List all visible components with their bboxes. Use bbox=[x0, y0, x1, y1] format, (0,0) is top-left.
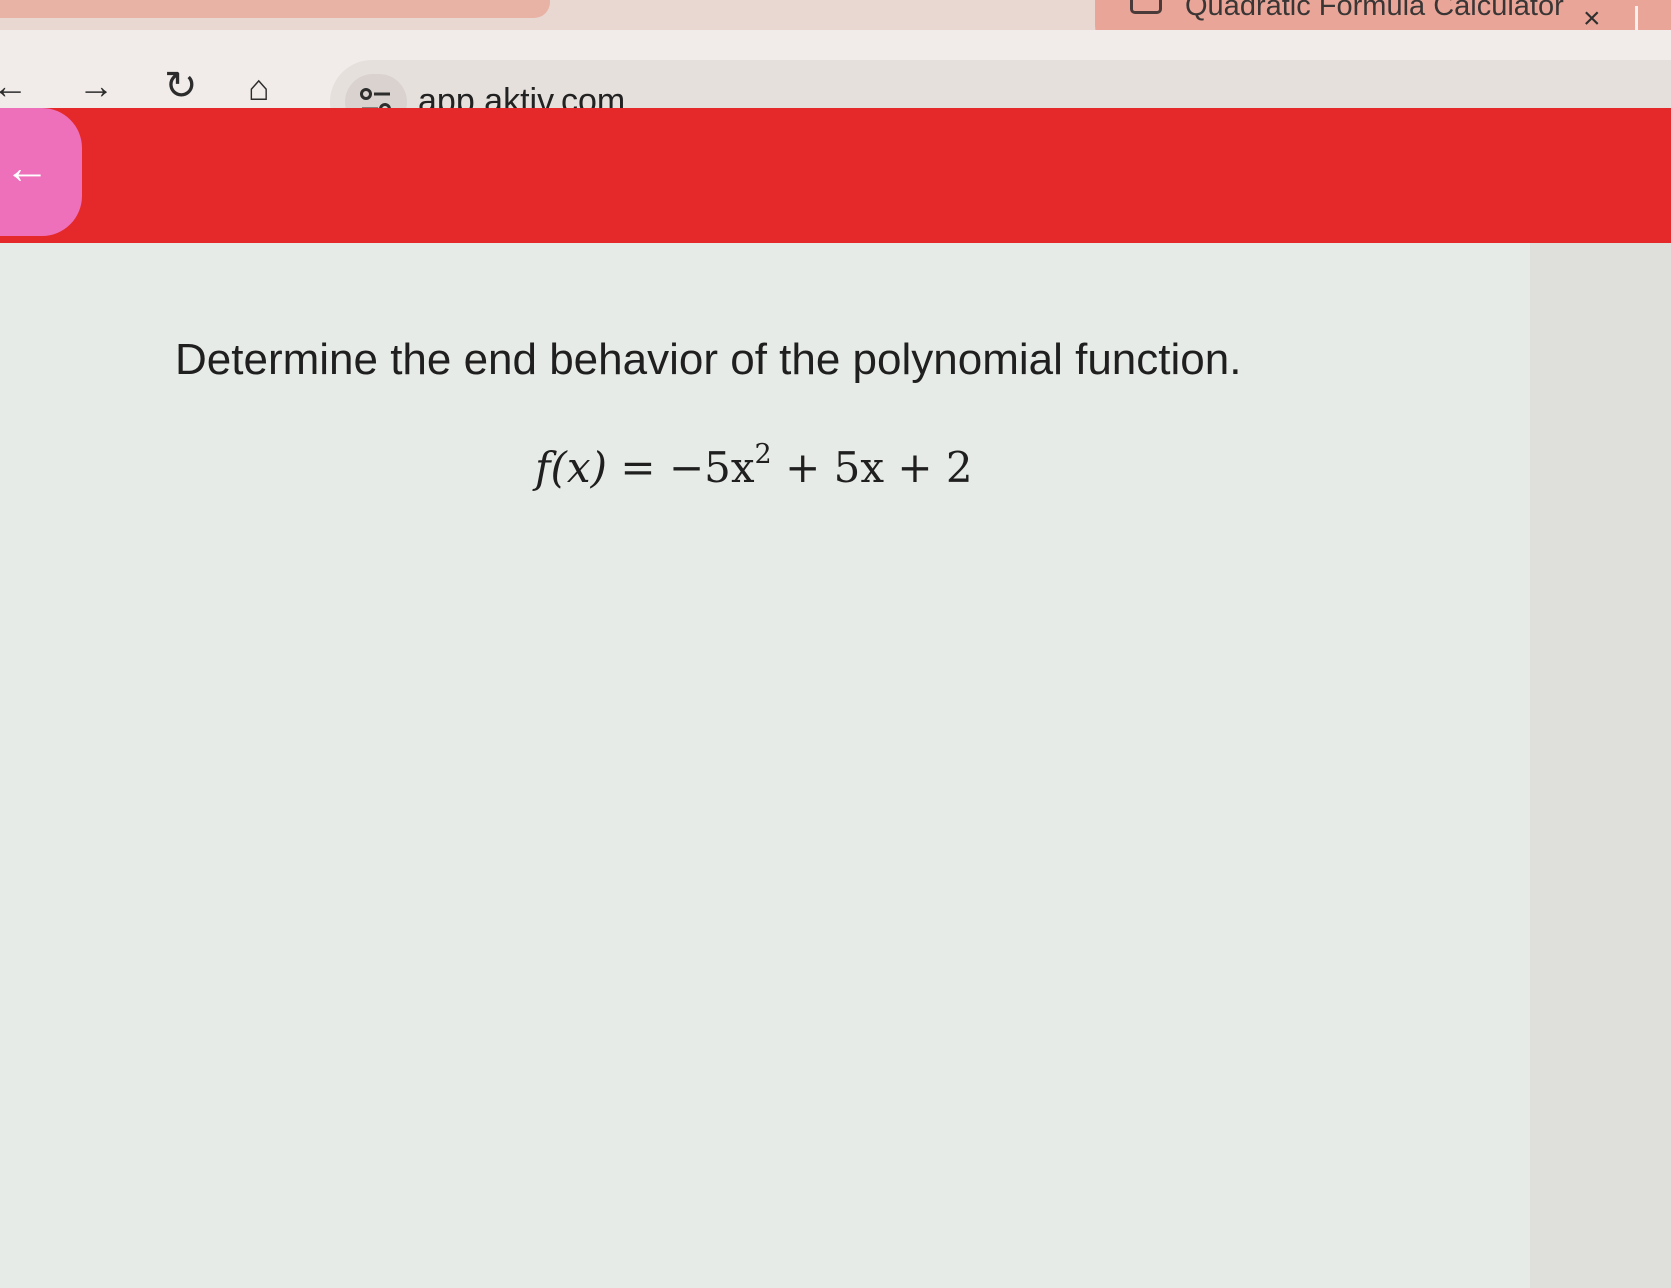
equation-equals: = bbox=[620, 443, 656, 492]
arrow-left-icon: ← bbox=[4, 141, 50, 193]
inactive-tab[interactable] bbox=[0, 0, 550, 18]
app-back-button[interactable]: ← bbox=[0, 108, 82, 236]
reload-icon[interactable]: ↻ bbox=[164, 66, 198, 106]
tab-favicon-icon bbox=[1130, 0, 1162, 14]
equation-term1: −5x bbox=[668, 443, 755, 492]
equation-rest: + 5x + 2 bbox=[771, 443, 973, 492]
content-area: Determine the end behavior of the polyno… bbox=[0, 243, 1671, 1288]
app-header: ← bbox=[0, 108, 1671, 243]
equation-exponent: 2 bbox=[754, 439, 772, 470]
question-card: Determine the end behavior of the polyno… bbox=[0, 243, 1530, 1288]
tab-title: Quadratic Formula Calculator bbox=[1185, 0, 1564, 22]
equation-lhs: f(x) bbox=[535, 443, 608, 492]
back-arrow-icon[interactable]: ← bbox=[0, 68, 28, 104]
home-icon[interactable]: ⌂ bbox=[248, 70, 270, 106]
question-prompt: Determine the end behavior of the polyno… bbox=[175, 335, 1242, 384]
equation: f(x) = −5x2 + 5x + 2 bbox=[535, 439, 973, 492]
tab-strip: ⌃ Quadratic Formula Calculator × bbox=[0, 0, 1671, 48]
forward-arrow-icon[interactable]: → bbox=[78, 68, 114, 104]
tab-search-chevron-icon[interactable]: ⌃ bbox=[1045, 0, 1063, 14]
